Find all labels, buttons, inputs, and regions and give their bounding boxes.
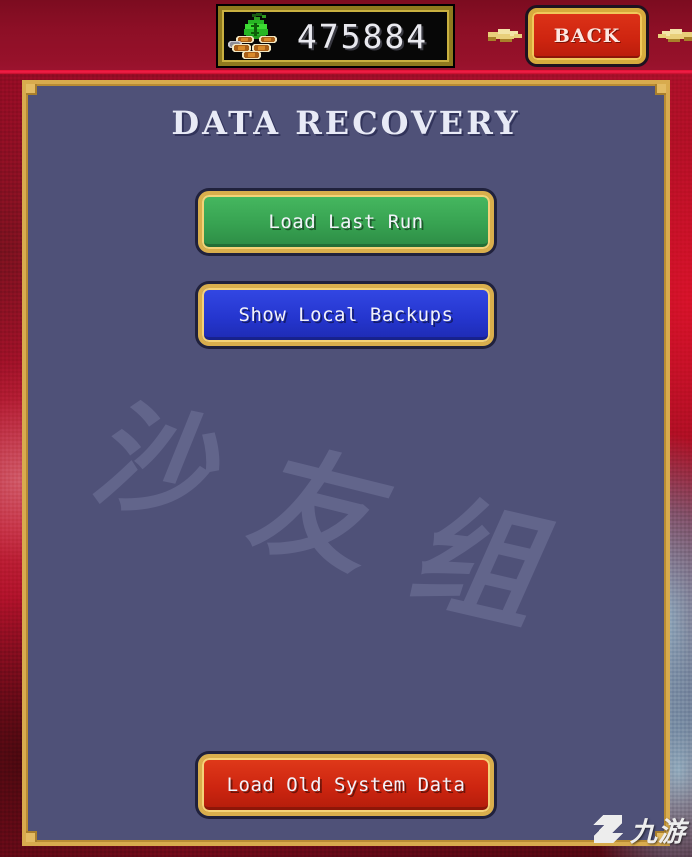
load-old-system-data-label: Load Old System Data [226, 774, 466, 796]
arrow-right-icon [488, 24, 522, 46]
back-button[interactable]: BACK [528, 8, 646, 64]
site-watermark: 沙 友 组 [77, 359, 616, 647]
watermark-char-2: 友 [231, 432, 414, 593]
jiuyou-logo-icon [592, 812, 626, 846]
arrow-left-icon [658, 24, 692, 46]
site-logo-text: 九游 [630, 816, 686, 848]
top-bar-accent-rule [0, 70, 692, 74]
page-title: DATA RECOVERY [171, 104, 521, 142]
site-logo: 九游 [592, 807, 686, 851]
panel-corner-bottom-left [26, 831, 37, 842]
load-last-run-label: Load Last Run [268, 211, 424, 233]
panel-corner-top-left [26, 84, 37, 95]
currency-value: 475884 [296, 16, 429, 56]
currency-counter: 475884 [218, 6, 453, 66]
show-local-backups-label: Show Local Backups [238, 304, 454, 326]
watermark-char-1: 沙 [77, 387, 245, 542]
data-recovery-panel: 沙 友 组 DATA RECOVERY Load Last Run Show L… [22, 80, 670, 846]
money-bag-coins-icon [228, 13, 286, 59]
load-last-run-button[interactable]: Load Last Run [198, 191, 494, 253]
watermark-char-3: 组 [392, 482, 577, 648]
load-old-system-data-button[interactable]: Load Old System Data [198, 754, 494, 816]
panel-corner-top-right [655, 84, 666, 95]
back-button-label: BACK [553, 25, 621, 47]
show-local-backups-button[interactable]: Show Local Backups [198, 284, 494, 346]
